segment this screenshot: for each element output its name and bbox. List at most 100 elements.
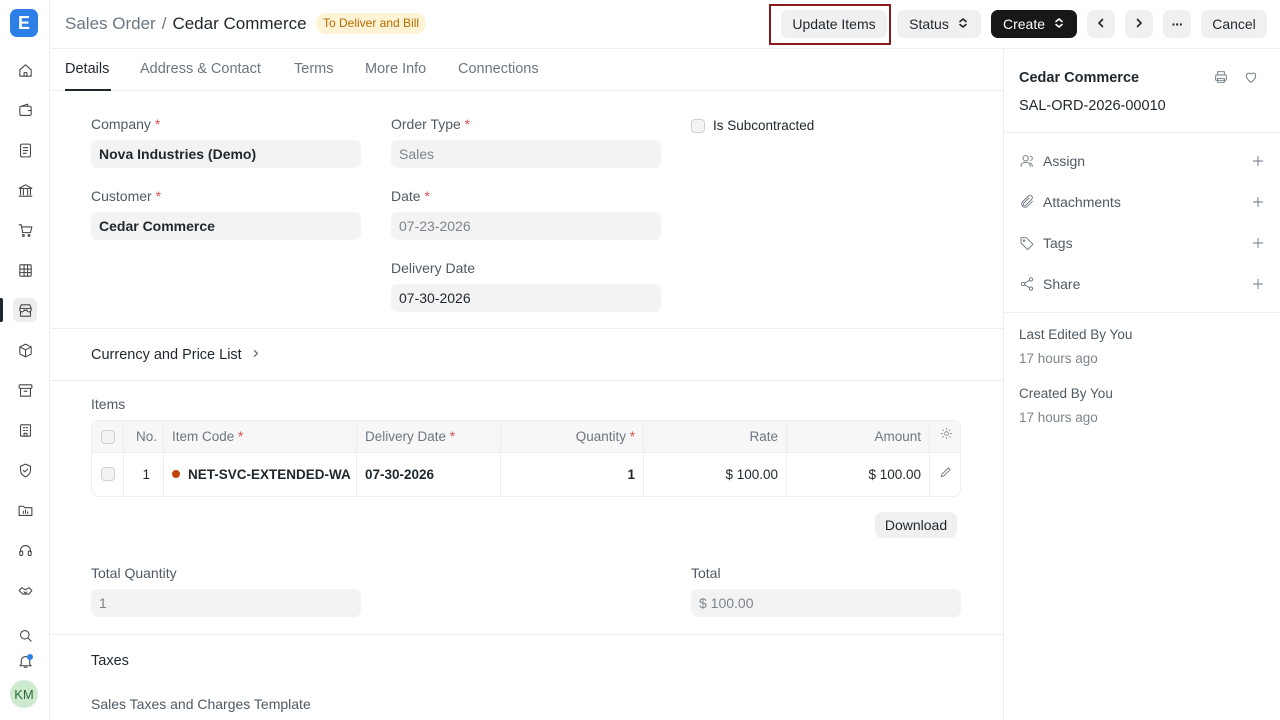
row-delivery-date[interactable]: 07-30-2026 — [357, 453, 501, 496]
next-button[interactable] — [1125, 10, 1153, 38]
building-icon[interactable] — [13, 418, 37, 442]
previous-button[interactable] — [1087, 10, 1115, 38]
created-time: 17 hours ago — [1019, 410, 1098, 425]
taxes-section-title[interactable]: Taxes — [91, 653, 129, 669]
handshake-icon[interactable] — [13, 578, 37, 602]
row-item-code[interactable]: NET-SVC-EXTENDED-WA — [164, 453, 357, 496]
share-icon — [1019, 276, 1035, 292]
plus-icon[interactable] — [1250, 153, 1266, 169]
plus-icon[interactable] — [1250, 276, 1266, 292]
column-header-amount: Amount — [787, 421, 930, 452]
row-quantity[interactable]: 1 — [501, 453, 644, 496]
chevron-right-icon — [250, 347, 261, 363]
column-header-delivery-date: Delivery Date * — [357, 421, 501, 452]
customer-label: Customer * — [91, 188, 162, 204]
share-label: Share — [1043, 276, 1081, 292]
sidebar-divider — [1004, 312, 1280, 313]
table-header: No. Item Code * Delivery Date * Quantity… — [92, 421, 960, 453]
delivery-date-label: Delivery Date — [391, 260, 476, 276]
bell-icon[interactable] — [13, 649, 37, 673]
store-icon[interactable] — [13, 298, 37, 322]
section-divider — [50, 634, 1003, 635]
currency-section-title: Currency and Price List — [91, 347, 242, 363]
last-edited-text: Last Edited By You — [1019, 327, 1133, 342]
items-label: Items — [91, 396, 126, 412]
shield-icon[interactable] — [13, 458, 37, 482]
active-tab-underline — [65, 89, 111, 91]
total-label: Total — [691, 565, 721, 581]
is-subcontracted-label: Is Subcontracted — [713, 118, 815, 133]
section-divider — [50, 380, 1003, 381]
breadcrumb-separator: / — [161, 14, 167, 33]
notification-dot — [27, 654, 33, 660]
sidebar-assign[interactable]: Assign — [1019, 151, 1266, 171]
total-field: $ 100.00 — [691, 589, 961, 617]
company-field[interactable]: Nova Industries (Demo) — [91, 140, 361, 168]
chevron-right-icon — [1133, 16, 1145, 32]
date-label: Date * — [391, 188, 430, 204]
document-icon[interactable] — [13, 138, 37, 162]
more-actions-button[interactable]: ··· — [1163, 10, 1191, 38]
chevron-up-down-icon — [1053, 16, 1065, 32]
document-id: SAL-ORD-2026-00010 — [1019, 98, 1166, 114]
sidebar-share[interactable]: Share — [1019, 274, 1266, 294]
sidebar-tags[interactable]: Tags — [1019, 233, 1266, 253]
created-text: Created By You — [1019, 386, 1113, 401]
status-label: Status — [909, 16, 949, 32]
sidebar-divider — [1004, 132, 1280, 133]
order-type-field[interactable]: Sales — [391, 140, 661, 168]
form-body: Company * Nova Industries (Demo) Order T… — [50, 92, 1003, 720]
attachments-label: Attachments — [1043, 194, 1121, 210]
download-button[interactable]: Download — [875, 512, 957, 538]
pencil-icon — [939, 453, 953, 496]
select-all-checkbox[interactable] — [101, 430, 115, 444]
search-icon[interactable] — [13, 623, 37, 647]
grid-icon[interactable] — [13, 258, 37, 282]
breadcrumb-parent[interactable]: Sales Order — [65, 14, 156, 34]
package-icon[interactable] — [13, 338, 37, 362]
user-icon — [1019, 153, 1035, 169]
tab-more-info[interactable]: More Info — [365, 61, 426, 77]
currency-section-toggle[interactable]: Currency and Price List — [91, 347, 261, 363]
archive-icon[interactable] — [13, 378, 37, 402]
page-header: Sales Order / Cedar Commerce To Deliver … — [50, 0, 1280, 49]
heart-icon[interactable] — [1243, 69, 1261, 87]
home-icon[interactable] — [13, 58, 37, 82]
section-divider — [50, 328, 1003, 329]
cancel-button[interactable]: Cancel — [1201, 10, 1267, 38]
tab-address-contact[interactable]: Address & Contact — [140, 61, 261, 77]
avatar[interactable]: KM — [10, 680, 38, 708]
select-all-cell — [92, 421, 124, 452]
bank-icon[interactable] — [13, 178, 37, 202]
print-icon[interactable] — [1213, 69, 1231, 87]
date-field[interactable]: 07-23-2026 — [391, 212, 661, 240]
table-row[interactable]: 1 NET-SVC-EXTENDED-WA 07-30-2026 1 $ 100… — [92, 453, 960, 496]
plus-icon[interactable] — [1250, 194, 1266, 210]
row-rate[interactable]: $ 100.00 — [644, 453, 787, 496]
cart-icon[interactable] — [13, 218, 37, 242]
tab-terms[interactable]: Terms — [294, 61, 333, 77]
column-header-item-code: Item Code * — [164, 421, 357, 452]
row-edit-button[interactable] — [930, 453, 960, 496]
row-no: 1 — [124, 453, 164, 496]
column-settings-button[interactable] — [930, 421, 960, 452]
tab-connections[interactable]: Connections — [458, 61, 539, 77]
folder-chart-icon[interactable] — [13, 498, 37, 522]
headset-icon[interactable] — [13, 538, 37, 562]
tab-details[interactable]: Details — [65, 61, 109, 77]
app-logo[interactable]: E — [10, 9, 38, 37]
sidebar-attachments[interactable]: Attachments — [1019, 192, 1266, 212]
form-tabs: Details Address & Contact Terms More Inf… — [50, 49, 1003, 91]
status-dropdown-button[interactable]: Status — [897, 10, 981, 38]
items-table: No. Item Code * Delivery Date * Quantity… — [91, 420, 961, 497]
create-dropdown-button[interactable]: Create — [991, 10, 1077, 38]
wallet-icon[interactable] — [13, 98, 37, 122]
row-checkbox[interactable] — [101, 467, 115, 481]
plus-icon[interactable] — [1250, 235, 1266, 251]
taxes-template-label: Sales Taxes and Charges Template — [91, 696, 311, 712]
is-subcontracted-checkbox[interactable] — [691, 119, 705, 133]
page-title: Cedar Commerce — [172, 14, 307, 33]
sidebar-title: Cedar Commerce — [1019, 70, 1140, 86]
delivery-date-field[interactable]: 07-30-2026 — [391, 284, 661, 312]
customer-field[interactable]: Cedar Commerce — [91, 212, 361, 240]
